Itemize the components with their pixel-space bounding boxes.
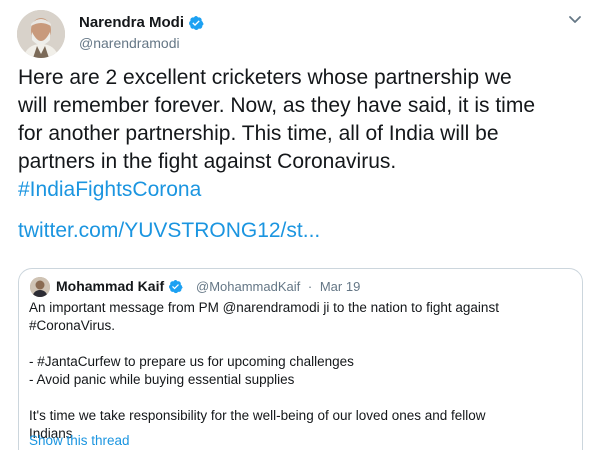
author-avatar[interactable] (17, 10, 65, 58)
quoted-author-avatar[interactable] (30, 277, 50, 297)
quoted-meta: @MohammadKaif · Mar 19 (196, 279, 364, 294)
tweet-text-line: Here are 2 excellent cricketers whose pa… (18, 66, 512, 89)
author-name[interactable]: Narendra Modi (79, 14, 204, 31)
quoted-text-line: An important message from PM @narendramo… (29, 300, 499, 315)
tweet-text-line: partners in the fight against Coronaviru… (18, 150, 397, 173)
quoted-text-line: It's time we take responsibility for the… (29, 408, 486, 423)
quoted-text-line: - #JantaCurfew to prepare us for upcomin… (29, 354, 354, 369)
quoted-date[interactable]: Mar 19 (320, 279, 360, 294)
tweet-text-line: for another partnership. This time, all … (18, 122, 499, 145)
author-handle[interactable]: @narendramodi (79, 35, 180, 51)
verified-badge-icon (189, 15, 204, 30)
verified-badge-icon (169, 279, 183, 293)
quoted-text-line: #CoronaVirus. (29, 318, 116, 333)
tweet-card: Narendra Modi @narendramodi Here are 2 e… (0, 0, 600, 450)
author-name-text[interactable]: Narendra Modi (79, 14, 184, 31)
quoted-tweet[interactable]: Mohammad Kaif @MohammadKaif · Mar 19 An … (18, 268, 583, 450)
tweet-text-line: will remember forever. Now, as they have… (18, 94, 536, 117)
quoted-tweet-text: An important message from PM @narendramo… (29, 299, 574, 443)
quoted-text-line: - Avoid panic while buying essential sup… (29, 372, 295, 387)
tweet-url-link[interactable]: twitter.com/YUVSTRONG12/st... (18, 217, 320, 245)
quoted-author-name-text[interactable]: Mohammad Kaif (56, 278, 164, 294)
quoted-author-name[interactable]: Mohammad Kaif (56, 278, 183, 294)
quoted-author-handle[interactable]: @MohammadKaif (196, 279, 300, 294)
show-thread-link[interactable]: Show this thread (29, 433, 130, 448)
hashtag-link[interactable]: #IndiaFightsCorona (18, 176, 588, 204)
chevron-down-icon[interactable] (568, 15, 582, 25)
meta-separator: · (307, 279, 313, 294)
tweet-text: Here are 2 excellent cricketers whose pa… (18, 64, 588, 204)
